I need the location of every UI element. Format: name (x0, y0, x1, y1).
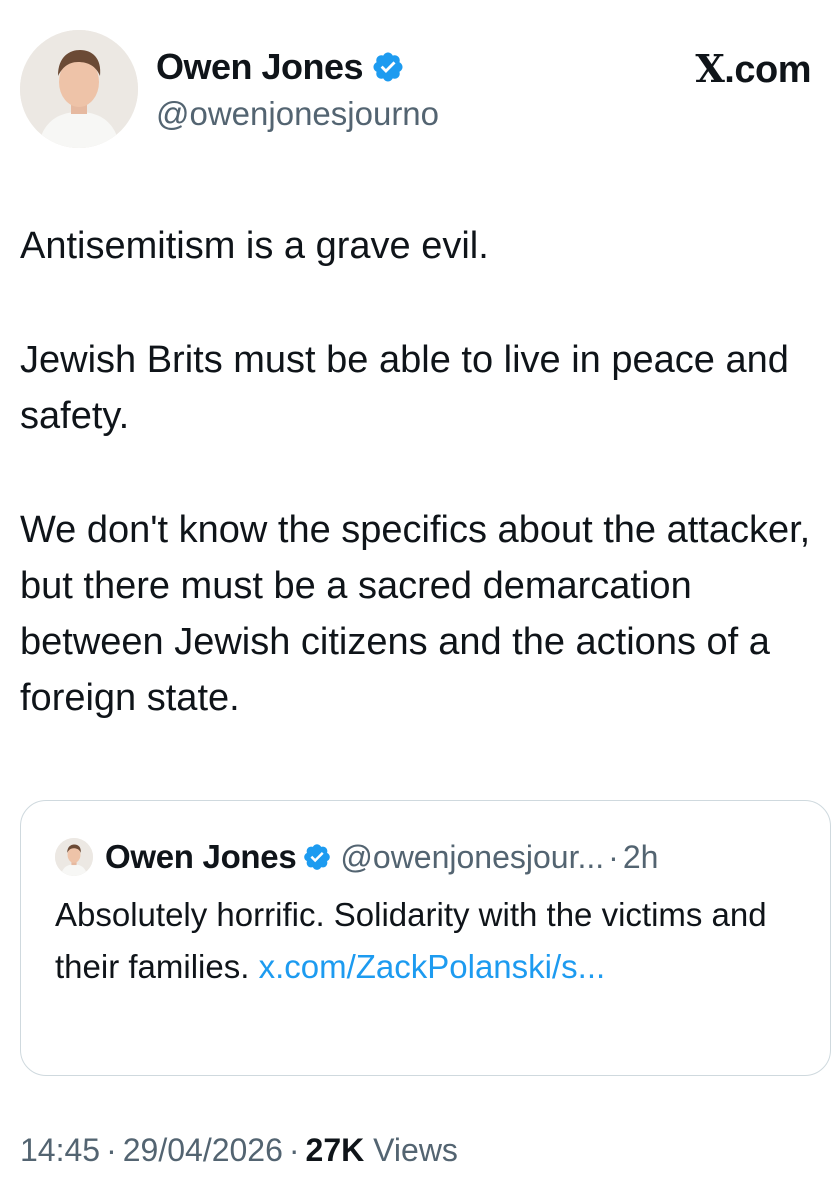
x-logo-icon: X (695, 46, 725, 91)
brand-suffix: .com (724, 49, 811, 91)
quoted-tweet-link[interactable]: x.com/ZackPolanski/s... (259, 948, 606, 985)
verified-badge-icon (373, 52, 403, 82)
tweet-paragraph: We don't know the specifics about the at… (20, 509, 811, 719)
author-name-row[interactable]: Owen Jones (156, 42, 405, 92)
quoted-tweet-header: Owen Jones @owenjonesjour... · 2h (55, 835, 658, 879)
tweet-author-avatar[interactable] (20, 30, 138, 148)
quoted-tweet-time[interactable]: 2h (623, 839, 659, 876)
separator-dot: · (608, 838, 619, 875)
tweet-metadata: 14:45 · 29/04/2026 · 27K Views (20, 1132, 458, 1169)
quoted-tweet-card[interactable]: Owen Jones @owenjonesjour... · 2h Absolu… (20, 800, 831, 1076)
separator-dot: · (288, 1132, 300, 1168)
tweet-paragraph: Jewish Brits must be able to live in pea… (20, 339, 789, 437)
views-label: Views (373, 1132, 458, 1168)
quoted-tweet-text: Absolutely horrific. Solidarity with the… (55, 889, 805, 993)
views-count: 27K (305, 1132, 365, 1168)
author-handle[interactable]: @owenjonesjourno (156, 95, 439, 133)
author-display-name[interactable]: Owen Jones (156, 46, 364, 88)
tweet-time[interactable]: 14:45 (20, 1132, 100, 1168)
verified-badge-icon (304, 844, 331, 870)
tweet-text: Antisemitism is a grave evil. Jewish Bri… (20, 218, 820, 726)
tweet-date[interactable]: 29/04/2026 (123, 1132, 283, 1168)
quoted-author-handle[interactable]: @owenjonesjour... (340, 839, 604, 876)
x-com-logo: X.com (695, 46, 811, 92)
separator-dot: · (106, 1132, 117, 1168)
quoted-author-avatar[interactable] (55, 838, 93, 876)
quoted-author-name[interactable]: Owen Jones (105, 838, 297, 876)
tweet-paragraph: Antisemitism is a grave evil. (20, 225, 489, 267)
